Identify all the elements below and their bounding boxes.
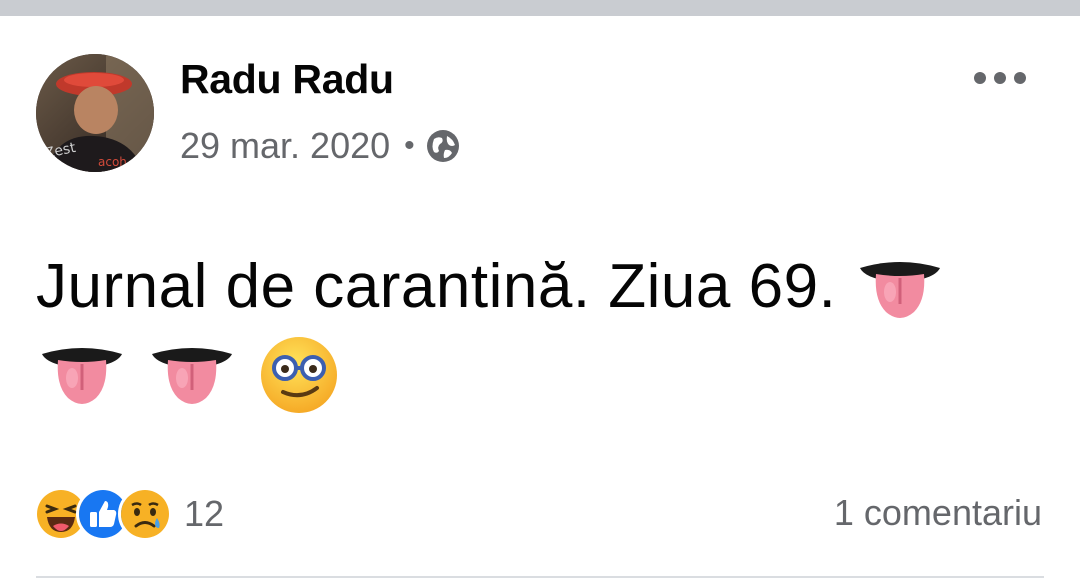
nerd-face-emoji	[255, 330, 347, 416]
globe-icon[interactable]	[425, 128, 461, 164]
sad-reaction-icon	[118, 487, 172, 541]
post-text-content: Jurnal de carantină. Ziua 69.	[36, 252, 837, 321]
tongue-emoji	[146, 330, 238, 416]
comments-count-link[interactable]: 1 comentariu	[834, 492, 1042, 534]
post-card: Zest acoh Radu Radu 29 mar. 2020 • Jurna…	[0, 16, 1080, 582]
meta-separator: •	[404, 129, 415, 162]
top-separator-bar	[0, 0, 1080, 16]
avatar[interactable]: Zest acoh	[36, 54, 154, 172]
avatar-image: Zest acoh	[36, 54, 154, 172]
tongue-emoji	[36, 330, 128, 416]
post-text: Jurnal de carantină. Ziua 69.	[36, 244, 1046, 416]
post-meta: 29 mar. 2020 •	[180, 124, 461, 168]
svg-text:acoh: acoh	[98, 155, 127, 169]
post-author-name[interactable]: Radu Radu	[180, 56, 394, 103]
reaction-count: 12	[184, 493, 225, 534]
post-date[interactable]: 29 mar. 2020	[180, 125, 390, 167]
reactions-summary[interactable]: 12	[34, 487, 225, 541]
more-options-icon[interactable]	[968, 60, 1032, 96]
tongue-emoji	[854, 244, 946, 330]
divider	[36, 576, 1044, 578]
